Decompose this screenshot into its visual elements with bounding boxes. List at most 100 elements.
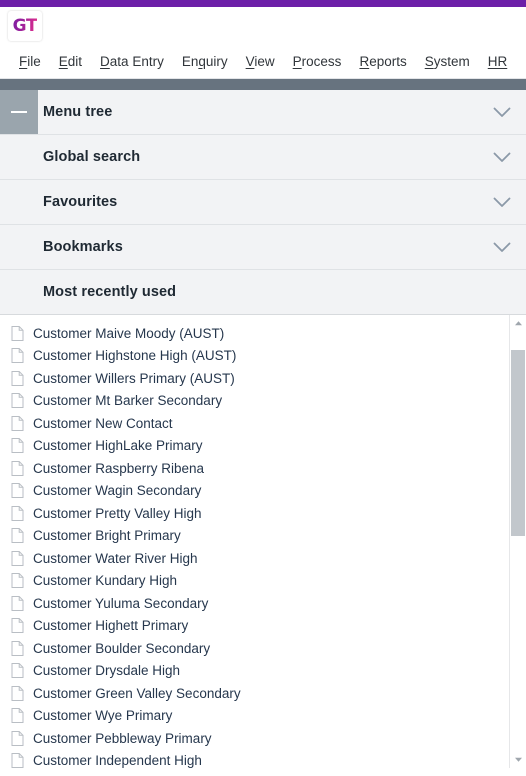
- accordion-section-label: Bookmarks: [43, 239, 123, 255]
- menu-item-reports[interactable]: Reports: [350, 54, 415, 69]
- list-item[interactable]: Customer Highstone High (AUST): [0, 345, 509, 368]
- document-icon: [11, 483, 24, 499]
- accordion-section-global-search[interactable]: Global search: [0, 135, 526, 180]
- accordion-section-favourites[interactable]: Favourites: [0, 180, 526, 225]
- navigation-accordion: Menu tree Global search Favourites Bookmark…: [0, 90, 526, 315]
- collapse-panel-button[interactable]: [0, 90, 38, 134]
- accordion-indent-spacer: [0, 270, 38, 314]
- list-item[interactable]: Customer Bright Primary: [0, 525, 509, 548]
- app-logo[interactable]: GT: [8, 11, 42, 41]
- list-item-label: Customer Water River High: [33, 550, 198, 566]
- list-item[interactable]: Customer Boulder Secondary: [0, 637, 509, 660]
- most-recently-used-list[interactable]: Customer Maive Moody (AUST) Customer High…: [0, 315, 509, 768]
- list-item[interactable]: Customer Willers Primary (AUST): [0, 367, 509, 390]
- list-item[interactable]: Customer Maive Moody (AUST): [0, 322, 509, 345]
- list-item-label: Customer New Contact: [33, 415, 173, 431]
- scroll-down-arrow[interactable]: [510, 751, 526, 768]
- scroll-up-arrow[interactable]: [510, 315, 526, 332]
- menu-item-hr[interactable]: HR: [479, 54, 517, 69]
- document-icon: [11, 640, 24, 656]
- document-icon: [11, 663, 24, 679]
- document-icon: [11, 730, 24, 746]
- document-icon: [11, 505, 24, 521]
- list-item[interactable]: Customer Independent High: [0, 750, 509, 768]
- list-scrollbar[interactable]: [509, 315, 526, 768]
- toolbar-slate-divider: [0, 79, 526, 90]
- document-icon: [11, 618, 24, 634]
- list-item-label: Customer Pebbleway Primary: [33, 730, 212, 746]
- accordion-section-label: Global search: [43, 149, 141, 165]
- list-item-label: Customer Wye Primary: [33, 708, 173, 724]
- menu-item-process[interactable]: Process: [284, 54, 351, 69]
- menu-item-edit[interactable]: Edit: [50, 54, 91, 69]
- document-icon: [11, 348, 24, 364]
- list-item-label: Customer Willers Primary (AUST): [33, 370, 235, 386]
- document-icon: [11, 370, 24, 386]
- menu-item-view[interactable]: View: [237, 54, 284, 69]
- accordion-section-label: Menu tree: [43, 104, 113, 120]
- document-icon: [11, 550, 24, 566]
- list-item-label: Customer Boulder Secondary: [33, 640, 211, 656]
- accordion-indent-spacer: [0, 135, 38, 179]
- scrollbar-thumb[interactable]: [511, 350, 525, 536]
- chevron-down-icon[interactable]: [492, 147, 512, 167]
- document-icon: [11, 460, 24, 476]
- accordion-section-label: Most recently used: [43, 284, 177, 300]
- list-item-label: Customer Kundary High: [33, 573, 178, 589]
- list-item[interactable]: Customer New Contact: [0, 412, 509, 435]
- accordion-section-bookmarks[interactable]: Bookmarks: [0, 225, 526, 270]
- document-icon: [11, 393, 24, 409]
- document-icon: [11, 595, 24, 611]
- list-item[interactable]: Customer Drysdale High: [0, 660, 509, 683]
- accordion-section-menu-tree[interactable]: Menu tree: [0, 90, 526, 135]
- document-icon: [11, 438, 24, 454]
- list-item[interactable]: Customer Pebbleway Primary: [0, 727, 509, 750]
- document-icon: [11, 685, 24, 701]
- list-item-label: Customer Maive Moody (AUST): [33, 325, 225, 341]
- document-icon: [11, 528, 24, 544]
- list-item-label: Customer Bright Primary: [33, 528, 181, 544]
- list-item[interactable]: Customer Wye Primary: [0, 705, 509, 728]
- chevron-down-icon[interactable]: [492, 102, 512, 122]
- list-item[interactable]: Customer Raspberry Ribena: [0, 457, 509, 480]
- accordion-indent-spacer: [0, 180, 38, 224]
- title-bar-accent-strip: [0, 0, 526, 7]
- list-item[interactable]: Customer Water River High: [0, 547, 509, 570]
- list-item-label: Customer Wagin Secondary: [33, 483, 202, 499]
- app-bar: GT: [0, 7, 526, 45]
- document-icon: [11, 708, 24, 724]
- scroll-down-arrow-icon: [514, 757, 522, 762]
- menu-item-enquiry[interactable]: Enquiry: [173, 54, 237, 69]
- list-item[interactable]: Customer Green Valley Secondary: [0, 682, 509, 705]
- list-item[interactable]: Customer HighLake Primary: [0, 435, 509, 458]
- list-item[interactable]: Customer Kundary High: [0, 570, 509, 593]
- accordion-indent-spacer: [0, 225, 38, 269]
- list-item-label: Customer Green Valley Secondary: [33, 685, 241, 701]
- list-item-label: Customer Pretty Valley High: [33, 505, 202, 521]
- list-item-label: Customer Raspberry Ribena: [33, 460, 205, 476]
- list-item-label: Customer Yuluma Secondary: [33, 595, 209, 611]
- scrollbar-track[interactable]: [510, 332, 526, 751]
- list-item[interactable]: Customer Pretty Valley High: [0, 502, 509, 525]
- list-item-label: Customer Highstone High (AUST): [33, 348, 237, 364]
- document-icon: [11, 573, 24, 589]
- document-icon: [11, 753, 24, 768]
- menu-item-file[interactable]: File: [10, 54, 50, 69]
- chevron-down-icon[interactable]: [492, 192, 512, 212]
- list-item-label: Customer Drysdale High: [33, 663, 181, 679]
- main-menu-bar: File Edit Data Entry Enquiry View Process Repo…: [0, 45, 526, 79]
- document-icon: [11, 325, 24, 341]
- list-item-label: Customer Highett Primary: [33, 618, 189, 634]
- list-item[interactable]: Customer Mt Barker Secondary: [0, 390, 509, 413]
- chevron-down-icon[interactable]: [492, 237, 512, 257]
- list-item-label: Customer Mt Barker Secondary: [33, 393, 223, 409]
- accordion-section-most-recently-used[interactable]: Most recently used: [0, 270, 526, 315]
- list-item[interactable]: Customer Wagin Secondary: [0, 480, 509, 503]
- most-recently-used-panel: Customer Maive Moody (AUST) Customer High…: [0, 315, 526, 768]
- app-logo-text: GT: [12, 16, 38, 36]
- menu-item-data-entry[interactable]: Data Entry: [91, 54, 173, 69]
- list-item[interactable]: Customer Yuluma Secondary: [0, 592, 509, 615]
- menu-item-system[interactable]: System: [416, 54, 479, 69]
- list-item[interactable]: Customer Highett Primary: [0, 615, 509, 638]
- list-item-label: Customer Independent High: [33, 753, 202, 768]
